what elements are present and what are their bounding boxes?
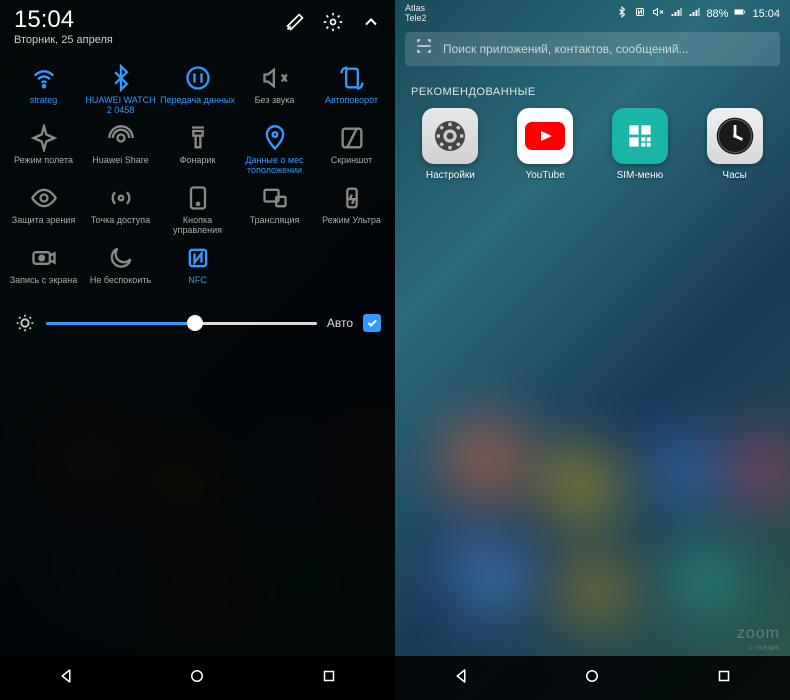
quick-settings-grid: strateg HUAWEI WATCH 2 0458 Передача дан… (0, 46, 395, 298)
autorotate-tile[interactable]: Автоповорот (314, 62, 389, 118)
location-tile[interactable]: Данные о мес тоположении (237, 122, 312, 178)
auto-label: Авто (327, 316, 353, 330)
navbutton-tile[interactable]: Кнопка управления (160, 182, 235, 238)
status-time: 15:04 (752, 8, 780, 20)
youtube-app-icon (517, 108, 573, 164)
signal-2-icon (688, 6, 700, 21)
scan-icon (415, 37, 433, 60)
sim-app-icon (612, 108, 668, 164)
cast-tile[interactable]: Трансляция (237, 182, 312, 238)
app-row: Настройки YouTube SIM-меню Часы (395, 108, 790, 181)
status-bar: Atlas Tele2 88% 15:04 (395, 0, 790, 26)
wifi-tile[interactable]: strateg (6, 62, 81, 118)
app-settings[interactable]: Настройки (410, 108, 490, 181)
battery-percent: 88% (706, 8, 728, 20)
ultra-tile[interactable]: Режим Ультра (314, 182, 389, 238)
eyecare-tile[interactable]: Защита зрения (6, 182, 81, 238)
flashlight-tile[interactable]: Фонарик (160, 122, 235, 178)
back-button[interactable] (452, 667, 470, 690)
signal-1-icon (670, 6, 682, 21)
back-button[interactable] (57, 667, 75, 690)
status-bar: 15:04 Вторник, 25 апреля (0, 0, 395, 46)
nav-bar (0, 656, 395, 700)
data-tile[interactable]: Передача данных (160, 62, 235, 118)
bluetooth-tile[interactable]: HUAWEI WATCH 2 0458 (83, 62, 158, 118)
recent-button[interactable] (715, 667, 733, 690)
search-bar[interactable]: Поиск приложений, контактов, сообщений..… (405, 32, 780, 66)
clock-time: 15:04 (14, 8, 113, 32)
settings-icon[interactable] (323, 12, 343, 37)
home-button[interactable] (583, 667, 601, 690)
mute-icon (652, 6, 664, 21)
collapse-icon[interactable] (361, 12, 381, 37)
battery-icon (734, 6, 746, 21)
screenrecord-tile[interactable]: Запись с экрана (6, 242, 81, 298)
screenshot-tile[interactable]: Скриншот (314, 122, 389, 178)
huaweishare-tile[interactable]: Huawei Share (83, 122, 158, 178)
recommended-label: РЕКОМЕНДОВАННЫЕ (395, 72, 790, 108)
app-youtube[interactable]: YouTube (505, 108, 585, 181)
home-button[interactable] (188, 667, 206, 690)
clock-app-icon (707, 108, 763, 164)
dnd-tile[interactable]: Не беспокоить (83, 242, 158, 298)
edit-icon[interactable] (285, 12, 305, 37)
nav-bar (395, 656, 790, 700)
app-clock[interactable]: Часы (695, 108, 775, 181)
airplane-tile[interactable]: Режим полета (6, 122, 81, 178)
brightness-slider[interactable]: Авто (0, 298, 395, 348)
hotspot-tile[interactable]: Точка доступа (83, 182, 158, 238)
nfc-tile[interactable]: NFC (160, 242, 235, 298)
auto-checkbox[interactable] (363, 314, 381, 332)
app-sim[interactable]: SIM-меню (600, 108, 680, 181)
settings-app-icon (422, 108, 478, 164)
brightness-icon (14, 312, 36, 334)
watermark: zoomc-news (737, 625, 780, 652)
mute-tile[interactable]: Без звука (237, 62, 312, 118)
recent-button[interactable] (320, 667, 338, 690)
bluetooth-icon (616, 6, 628, 21)
carrier-2: Tele2 (405, 14, 427, 24)
nfc-status-icon (634, 6, 646, 21)
search-placeholder: Поиск приложений, контактов, сообщений..… (443, 42, 689, 56)
clock-date: Вторник, 25 апреля (14, 34, 113, 46)
